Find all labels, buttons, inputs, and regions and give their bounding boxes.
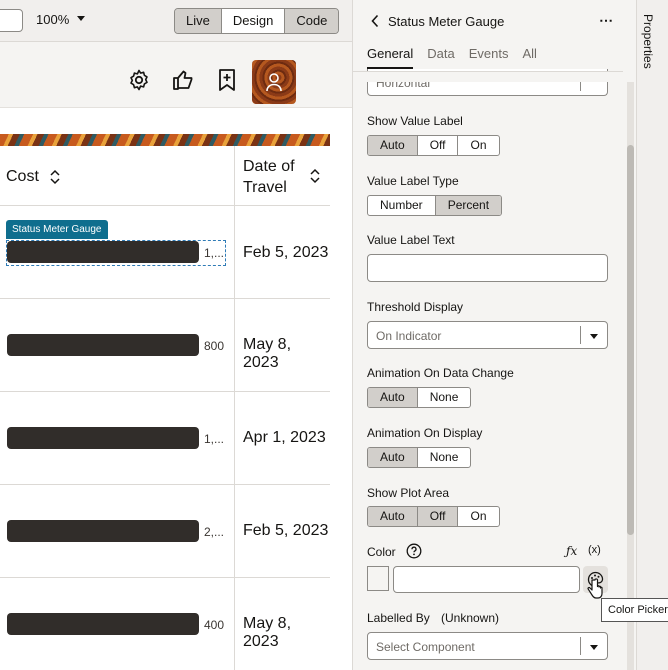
show-value-label-off[interactable]: Off — [416, 136, 458, 155]
animation-on-data-change-toggle: Auto None — [367, 387, 472, 408]
threshold-display-label: Threshold Display — [367, 300, 464, 314]
animation-on-data-change-auto[interactable]: Auto — [368, 388, 417, 407]
value-label-text-input[interactable] — [367, 254, 608, 282]
date-cell: Apr 1, 2023 — [243, 429, 326, 446]
mode-live-button[interactable]: Live — [175, 9, 221, 33]
column-header-date-line2: Travel — [243, 179, 287, 196]
animation-on-display-label: Animation On Display — [367, 426, 483, 440]
decorative-banner — [0, 134, 330, 146]
mode-switcher: Live Design Code — [174, 8, 340, 34]
zoom-level[interactable]: 100% — [36, 12, 69, 27]
date-cell: May 8, 2023 — [243, 336, 292, 371]
labelled-by-hint: (Unknown) — [441, 611, 500, 625]
help-icon[interactable] — [406, 543, 422, 559]
show-value-label-toggle: Auto Off On — [367, 135, 500, 156]
value-label-type-toggle: Number Percent — [367, 195, 503, 216]
chevron-left-icon[interactable] — [371, 14, 379, 28]
toolbar-input[interactable] — [0, 9, 23, 32]
table-row[interactable]: 1,... Apr 1, 2023 — [0, 392, 330, 485]
color-swatch[interactable] — [367, 566, 389, 591]
thumbs-up-icon[interactable] — [171, 68, 195, 92]
labelled-by-placeholder: Select Component — [376, 640, 475, 654]
panel-scrollbar-thumb[interactable] — [627, 145, 634, 535]
top-toolbar: 100% Live Design Code — [0, 0, 352, 42]
show-plot-area-toggle: Auto Off On — [367, 506, 500, 527]
tabs-divider — [353, 71, 623, 72]
table-header: Cost Date of Travel — [0, 146, 330, 206]
tab-data[interactable]: Data — [427, 46, 454, 69]
date-cell: Feb 5, 2023 — [243, 522, 329, 539]
show-value-label-auto[interactable]: Auto — [368, 136, 417, 155]
value-label-text-label: Value Label Text — [367, 233, 455, 247]
show-plot-area-on[interactable]: On — [457, 507, 498, 526]
gauge-value-label: 1,... — [204, 432, 225, 446]
properties-panel: Status Meter Gauge ⋯ General Data Events… — [352, 0, 636, 670]
selected-component-tag: Status Meter Gauge — [6, 220, 108, 239]
labelled-by-select[interactable]: Select Component — [367, 632, 608, 660]
threshold-display-value: On Indicator — [376, 329, 442, 343]
sort-icon[interactable] — [310, 168, 320, 184]
value-label-type-label: Value Label Type — [367, 174, 459, 188]
tab-all[interactable]: All — [522, 46, 536, 69]
animation-on-display-none[interactable]: None — [416, 448, 471, 467]
table-row[interactable]: 400 May 8, 2023 — [0, 578, 330, 670]
status-meter-gauge[interactable] — [7, 427, 199, 449]
table-row[interactable]: 2,... Feb 5, 2023 — [0, 485, 330, 578]
animation-on-data-change-label: Animation On Data Change — [367, 366, 514, 380]
variable-button[interactable]: (x) — [588, 544, 601, 556]
animation-on-display-auto[interactable]: Auto — [368, 448, 417, 467]
value-label-type-percent[interactable]: Percent — [434, 196, 502, 215]
table-row[interactable]: 800 May 8, 2023 — [0, 299, 330, 392]
hand-cursor-icon — [587, 578, 603, 599]
column-header-cost[interactable]: Cost — [6, 168, 39, 186]
tab-events[interactable]: Events — [469, 46, 509, 69]
mode-design-button[interactable]: Design — [220, 9, 285, 33]
chevron-down-icon[interactable] — [590, 645, 598, 650]
chevron-down-icon[interactable] — [590, 334, 598, 339]
show-plot-area-label: Show Plot Area — [367, 486, 450, 500]
chevron-down-icon[interactable] — [77, 16, 85, 21]
color-label: Color — [367, 545, 396, 559]
column-header-date-line1: Date of — [243, 158, 295, 175]
threshold-display-select[interactable]: On Indicator — [367, 321, 608, 349]
sort-icon[interactable] — [50, 169, 60, 185]
animation-on-data-change-none[interactable]: None — [416, 388, 471, 407]
labelled-by-label: Labelled By — [367, 611, 430, 625]
bookmark-plus-icon[interactable] — [215, 68, 239, 92]
show-value-label-on[interactable]: On — [457, 136, 498, 155]
status-meter-gauge[interactable] — [7, 334, 199, 356]
show-plot-area-auto[interactable]: Auto — [368, 507, 417, 526]
settings-icon[interactable] — [127, 68, 151, 92]
gauge-value-label: 400 — [204, 618, 225, 632]
user-avatar[interactable] — [252, 60, 296, 104]
fx-expression-button[interactable]: ƒx — [566, 544, 577, 558]
panel-tabs: General Data Events All — [367, 46, 537, 69]
tab-properties[interactable]: Properties — [641, 14, 655, 69]
status-meter-gauge[interactable] — [7, 520, 199, 542]
color-input[interactable] — [393, 566, 580, 593]
date-cell: Feb 5, 2023 — [243, 244, 329, 261]
mode-code-button[interactable]: Code — [284, 9, 339, 33]
show-plot-area-off[interactable]: Off — [416, 507, 458, 526]
panel-title: Status Meter Gauge — [388, 14, 505, 29]
color-picker-tooltip: Color Picker — [601, 598, 668, 622]
tab-general[interactable]: General — [367, 46, 414, 69]
show-value-label-label: Show Value Label — [367, 114, 463, 128]
side-tab-strip — [636, 0, 668, 670]
animation-on-display-toggle: Auto None — [367, 447, 472, 468]
selection-outline — [6, 240, 226, 266]
value-label-type-number[interactable]: Number — [368, 196, 435, 215]
scroll-mask — [353, 72, 623, 82]
more-options-icon[interactable]: ⋯ — [599, 12, 614, 29]
date-cell: May 8, 2023 — [243, 615, 292, 650]
gauge-value-label: 800 — [204, 339, 225, 353]
status-meter-gauge[interactable] — [7, 613, 199, 635]
person-icon — [266, 73, 282, 92]
gauge-value-label: 2,... — [204, 525, 225, 539]
column-header-date[interactable]: Date of Travel — [243, 156, 295, 198]
